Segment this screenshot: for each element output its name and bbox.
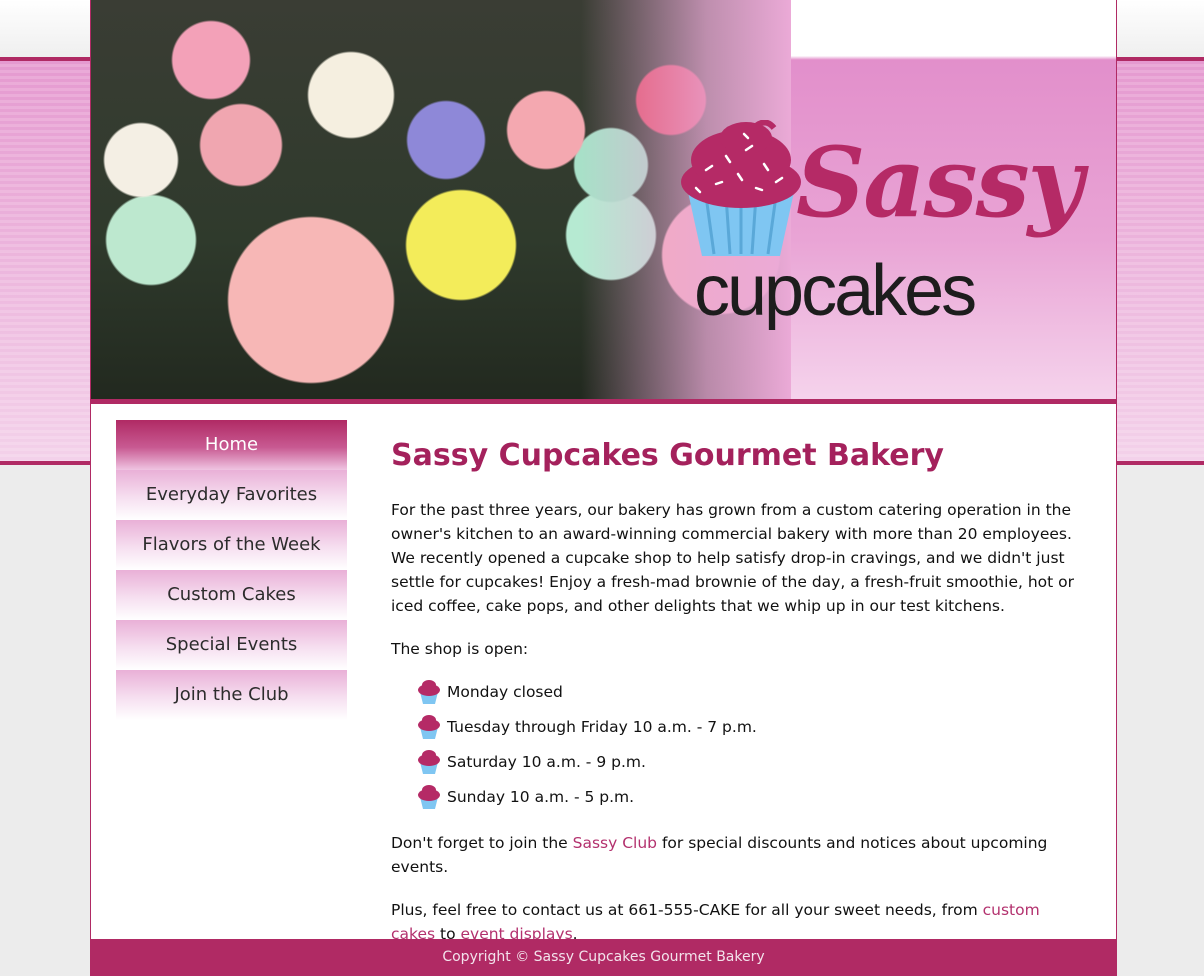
site-header-banner: Sassy cupcakes bbox=[91, 0, 1116, 399]
nav-item-custom-cakes[interactable]: Custom Cakes bbox=[116, 570, 347, 620]
site-footer: Copyright © Sassy Cupcakes Gourmet Baker… bbox=[91, 939, 1116, 976]
page-container: Sassy cupcakes Home Everyday Favorites F… bbox=[90, 0, 1117, 976]
cupcake-bullet-icon bbox=[418, 784, 440, 809]
list-item: Tuesday through Friday 10 a.m. - 7 p.m. bbox=[416, 709, 1086, 744]
main-navigation: Home Everyday Favorites Flavors of the W… bbox=[116, 420, 347, 720]
nav-item-flavors-of-the-week[interactable]: Flavors of the Week bbox=[116, 520, 347, 570]
main-content: Sassy Cupcakes Gourmet Bakery For the pa… bbox=[391, 436, 1086, 965]
contact-text-before: Plus, feel free to contact us at 661-555… bbox=[391, 901, 983, 919]
copyright-text: Copyright © Sassy Cupcakes Gourmet Baker… bbox=[442, 949, 765, 965]
logo-sassy-text: Sassy bbox=[796, 126, 1083, 239]
list-item: Saturday 10 a.m. - 9 p.m. bbox=[416, 744, 1086, 779]
cupcake-logo-icon bbox=[681, 120, 801, 256]
list-item: Monday closed bbox=[416, 674, 1086, 709]
list-item: Sunday 10 a.m. - 5 p.m. bbox=[416, 779, 1086, 814]
nav-item-everyday-favorites[interactable]: Everyday Favorites bbox=[116, 470, 347, 520]
hours-list: Monday closed Tuesday through Friday 10 … bbox=[391, 674, 1086, 814]
cupcake-bullet-icon bbox=[418, 679, 440, 704]
site-logo[interactable]: Sassy cupcakes bbox=[676, 115, 1096, 355]
club-text-before: Don't forget to join the bbox=[391, 834, 573, 852]
header-divider bbox=[91, 399, 1116, 404]
logo-cupcakes-text: cupcakes bbox=[694, 251, 977, 331]
intro-paragraph: For the past three years, our bakery has… bbox=[391, 501, 1074, 615]
nav-item-special-events[interactable]: Special Events bbox=[116, 620, 347, 670]
hours-text: Tuesday through Friday 10 a.m. - 7 p.m. bbox=[447, 717, 757, 736]
club-paragraph: Don't forget to join the Sassy Club for … bbox=[391, 831, 1086, 879]
hours-text: Sunday 10 a.m. - 5 p.m. bbox=[447, 787, 635, 806]
cupcake-bullet-icon bbox=[418, 749, 440, 774]
nav-item-join-the-club[interactable]: Join the Club bbox=[116, 670, 347, 720]
page-title: Sassy Cupcakes Gourmet Bakery bbox=[391, 438, 944, 473]
hours-heading: The shop is open: bbox=[391, 640, 529, 658]
cupcake-bullet-icon bbox=[418, 714, 440, 739]
nav-item-home[interactable]: Home bbox=[116, 420, 347, 470]
sassy-club-link[interactable]: Sassy Club bbox=[573, 834, 657, 852]
hours-text: Saturday 10 a.m. - 9 p.m. bbox=[447, 752, 646, 771]
hours-text: Monday closed bbox=[447, 682, 563, 701]
